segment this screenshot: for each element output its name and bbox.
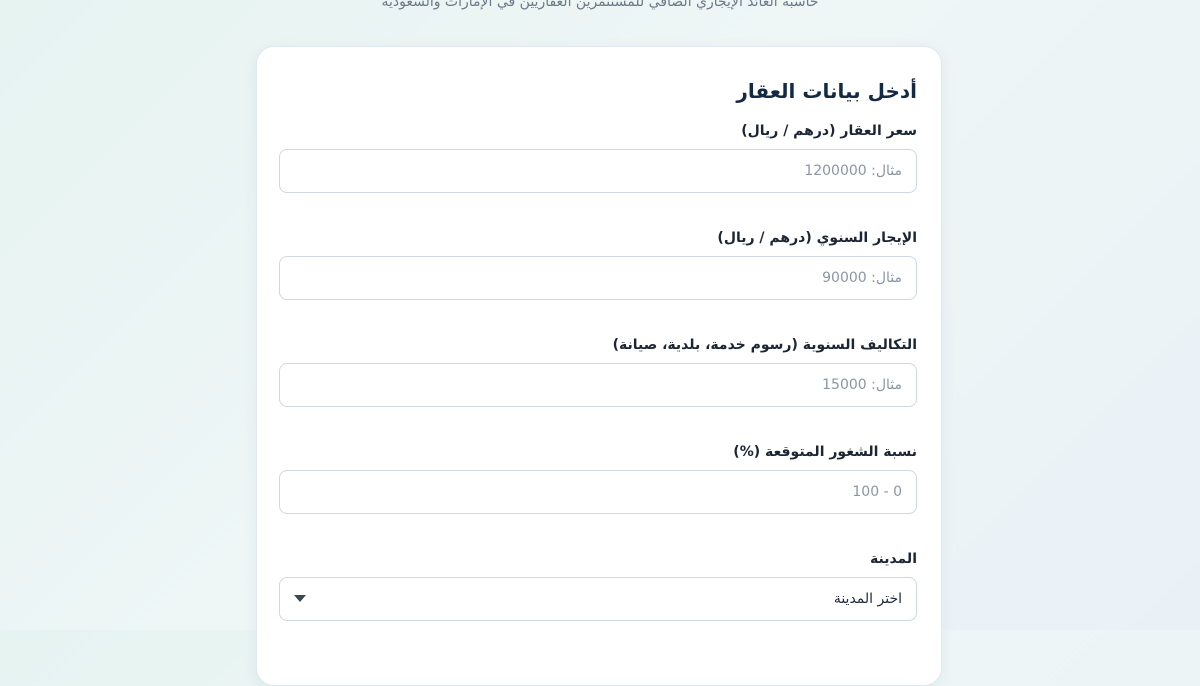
property-price-field: سعر العقار (درهم / ريال) <box>279 121 917 193</box>
page-subtitle: حاسبة العائد الإيجاري الصافي للمستثمرين … <box>381 0 819 10</box>
form-title: أدخل بيانات العقار <box>736 79 917 103</box>
city-select[interactable]: اختر المدينة <box>279 577 917 621</box>
vacancy-rate-label: نسبة الشغور المتوقعة (%) <box>733 444 917 460</box>
city-label: المدينة <box>870 551 917 567</box>
chevron-down-icon <box>294 595 306 602</box>
annual-costs-label: التكاليف السنوية (رسوم خدمة، بلدية، صيان… <box>612 337 917 353</box>
annual-rent-label: الإيجار السنوي (درهم / ريال) <box>717 230 917 246</box>
vacancy-rate-input[interactable] <box>279 470 917 514</box>
property-price-label: سعر العقار (درهم / ريال) <box>741 123 917 139</box>
vacancy-rate-field: نسبة الشغور المتوقعة (%) <box>279 442 917 514</box>
city-field: المدينة اختر المدينة <box>279 549 917 621</box>
property-form-card: أدخل بيانات العقار سعر العقار (درهم / ري… <box>256 46 942 686</box>
city-select-value: اختر المدينة <box>833 591 902 607</box>
annual-rent-field: الإيجار السنوي (درهم / ريال) <box>279 228 917 300</box>
annual-costs-input[interactable] <box>279 363 917 407</box>
annual-costs-field: التكاليف السنوية (رسوم خدمة، بلدية، صيان… <box>279 335 917 407</box>
annual-rent-input[interactable] <box>279 256 917 300</box>
property-price-input[interactable] <box>279 149 917 193</box>
